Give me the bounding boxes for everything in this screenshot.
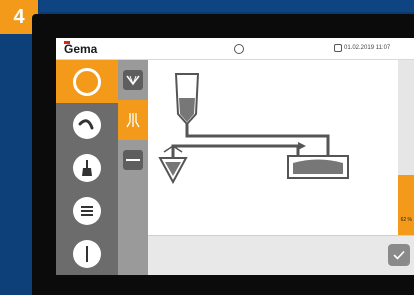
status-icon[interactable] [234,44,244,54]
hose-icon [73,110,101,139]
nav-item-line[interactable] [56,232,118,275]
vertical-line-icon [73,239,101,268]
ring-icon [73,67,101,96]
brush-icon [73,153,101,182]
page-top-band [0,0,414,12]
sub-item-nozzle[interactable] [118,140,148,180]
spray-pattern-icon [123,70,143,90]
menu-icon [73,196,101,225]
nav-item-brush[interactable] [56,146,118,189]
powder-level-fill [398,175,414,235]
checkmark-icon [393,250,405,260]
nav-item-ring[interactable] [56,60,118,103]
gema-logo: Gema [64,42,98,56]
footer-bar [148,235,414,275]
nozzle-icon [123,150,143,170]
sub-nav [118,60,148,275]
header-bar: Gema 01.02.2019 11:07 [56,38,414,60]
airflow-icon [123,110,143,130]
confirm-button[interactable] [388,244,410,266]
touch-screen: Gema 01.02.2019 11:07 62 % [56,38,414,275]
nav-item-hose[interactable] [56,103,118,146]
powder-level-bar: 62 % [398,60,414,235]
nav-item-menu[interactable] [56,189,118,232]
powder-level-label: 62 % [400,217,412,223]
powder-flow-diagram [158,73,349,185]
date-time: 01.02.2019 11:07 [344,45,391,51]
flow-diagram-panel [148,60,398,235]
sub-item-airflow[interactable] [118,100,148,140]
calendar-icon [334,44,342,52]
main-nav [56,60,118,275]
step-number: 4 [13,5,25,28]
sub-item-spray-pattern[interactable] [118,60,148,100]
